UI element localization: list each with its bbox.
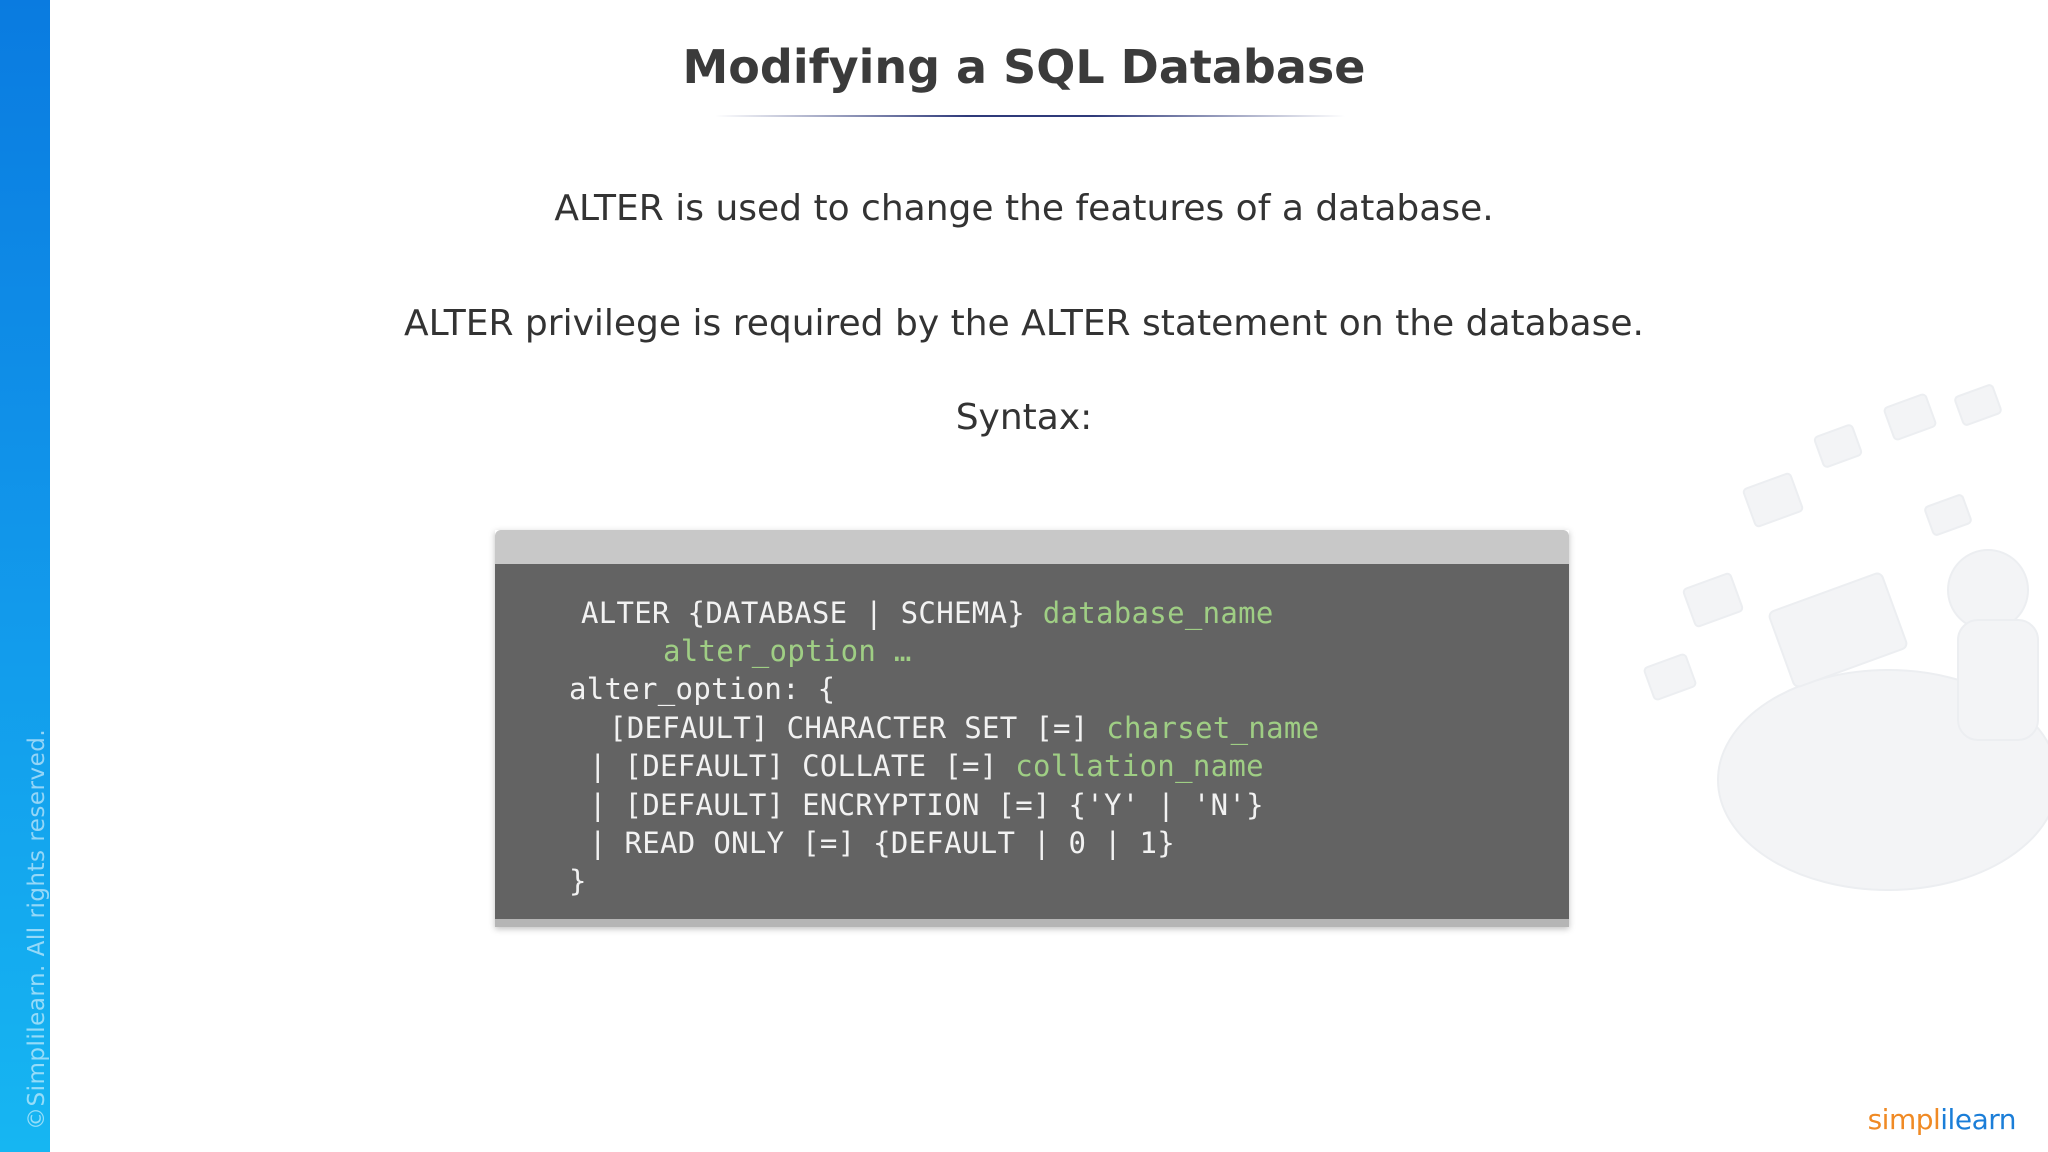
code-window: ALTER {DATABASE | SCHEMA} database_name … (495, 530, 1569, 927)
code-line: [DEFAULT] CHARACTER SET [=] charset_name (609, 711, 1320, 745)
background-illustration (1643, 384, 2048, 891)
syntax-heading: Syntax: (955, 397, 1093, 438)
code-block: ALTER {DATABASE | SCHEMA} database_name … (495, 564, 1569, 927)
code-line: | [DEFAULT] ENCRYPTION [=] {'Y' | 'N'} (589, 788, 1264, 822)
code-line: | [DEFAULT] COLLATE [=] collation_name (589, 749, 1264, 783)
code-line: alter_option: { (569, 672, 836, 706)
code-line: | READ ONLY [=] {DEFAULT | 0 | 1} (589, 826, 1176, 860)
title-underline (715, 115, 1345, 117)
code-window-titlebar (495, 530, 1569, 564)
code-line: alter_option … (663, 634, 912, 668)
copyright-text: ©Simplilearn. All rights reserved. (24, 728, 50, 1130)
side-gradient-strip: ©Simplilearn. All rights reserved. (0, 0, 50, 1152)
code-line: } (569, 864, 587, 898)
code-line: ALTER {DATABASE | SCHEMA} database_name (581, 596, 1274, 630)
slide-title: Modifying a SQL Database (682, 40, 1366, 94)
simplilearn-logo: simplilearn (1867, 1103, 2017, 1136)
description-line-1: ALTER is used to change the features of … (554, 188, 1494, 229)
description-line-2: ALTER privilege is required by the ALTER… (404, 303, 1644, 344)
